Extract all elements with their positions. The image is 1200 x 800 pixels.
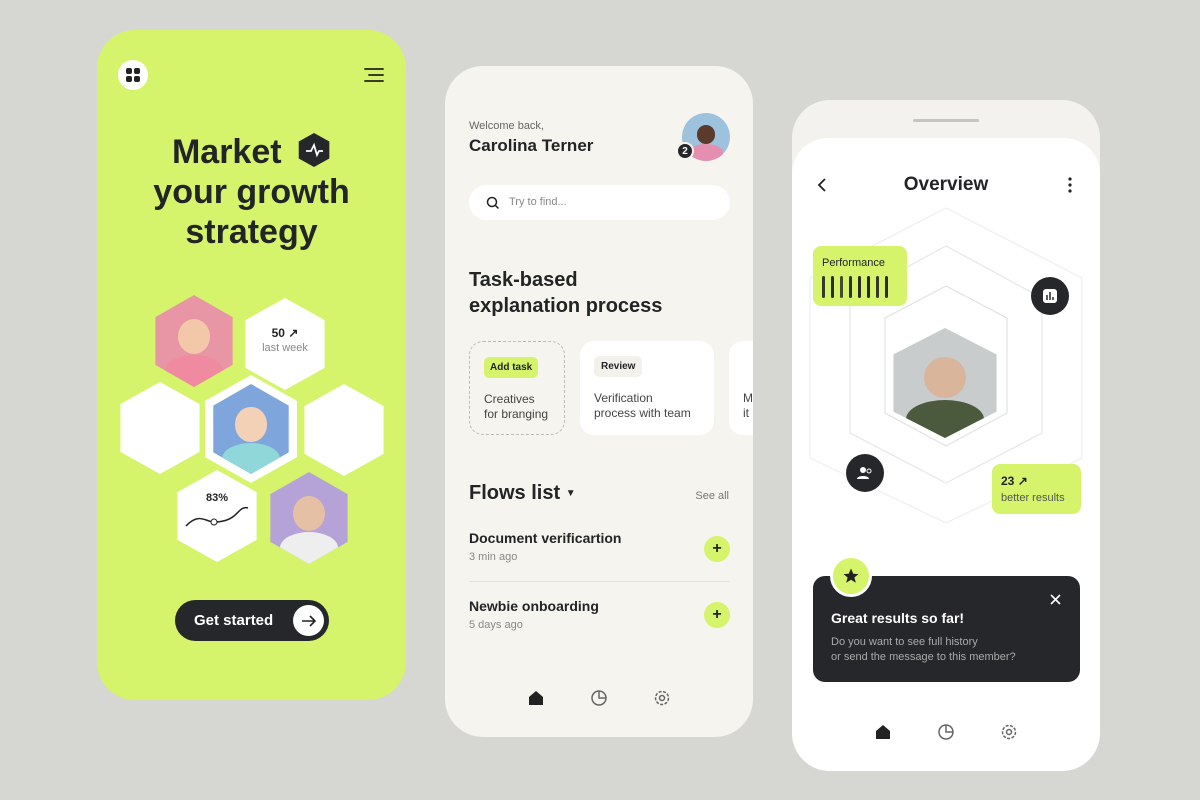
home-icon[interactable] <box>527 689 545 707</box>
caret-down-icon: ▼ <box>565 488 576 499</box>
arrow-up-right-icon: ↗ <box>288 326 299 340</box>
task-text: for branging <box>484 407 549 421</box>
bar-chart-icon <box>1043 289 1057 303</box>
empty-hex <box>304 384 384 476</box>
grid-icon <box>126 68 140 82</box>
overview-card: Overview Performance 23 ↗ better results… <box>792 138 1100 771</box>
task-tag: Add task <box>484 357 539 378</box>
task-tag: Review <box>594 356 643 377</box>
get-started-button[interactable]: Get started <box>175 600 329 641</box>
title-line: Market <box>171 133 282 171</box>
home-icon[interactable] <box>874 723 892 741</box>
section-title-line: Task-based <box>469 269 578 291</box>
cta-label: Get started <box>194 612 274 629</box>
add-flow-button[interactable]: + <box>704 536 730 562</box>
title-line: strategy <box>185 213 318 251</box>
flow-item[interactable]: Newbie onboarding 5 days ago + <box>469 598 730 650</box>
empty-hex <box>120 382 200 474</box>
performance-label: Performance <box>822 257 885 269</box>
task-text: process with team <box>594 406 691 420</box>
gear-icon[interactable] <box>653 689 671 707</box>
stat-value: 50 <box>271 326 285 340</box>
performance-bar <box>840 276 843 298</box>
flow-time: 3 min ago <box>469 551 518 563</box>
task-text: Verification <box>594 391 653 405</box>
task-card-add[interactable]: Add task Creatives for branging <box>469 341 565 435</box>
add-flow-button[interactable]: + <box>704 602 730 628</box>
result-value: 23 <box>1001 474 1015 488</box>
stat-label: last week <box>262 342 308 354</box>
page-title: Overview <box>903 174 989 195</box>
avatar <box>270 472 348 564</box>
overview-screen: Overview Performance 23 ↗ better results… <box>792 100 1100 771</box>
performance-card: Performance <box>813 246 907 306</box>
star-badge <box>830 555 872 597</box>
task-text: Creatives <box>484 392 535 406</box>
toast-text: Do you want to see full history <box>831 636 978 648</box>
flow-item[interactable]: Document verificartion 3 min ago + <box>469 530 730 582</box>
task-card[interactable]: Mit <box>729 341 753 435</box>
home-screen: Welcome back, Carolina Terner 2 Try to f… <box>445 66 753 737</box>
performance-bars <box>822 276 888 298</box>
performance-bar <box>876 276 879 298</box>
performance-bar <box>858 276 861 298</box>
stats-button[interactable] <box>1031 277 1069 315</box>
hero-title: Market your growth strategy <box>97 132 406 252</box>
menu-icon[interactable] <box>363 67 385 83</box>
notification-badge: 2 <box>676 142 694 160</box>
flow-title: Newbie onboarding <box>469 598 599 614</box>
result-label: better results <box>1001 492 1065 504</box>
performance-bar <box>867 276 870 298</box>
section-title-line: explanation process <box>469 295 663 317</box>
pulse-icon <box>298 133 330 167</box>
close-icon[interactable] <box>1050 594 1061 605</box>
bottom-nav <box>792 723 1100 741</box>
search-icon <box>486 196 500 210</box>
onboarding-screen: Market your growth strategy 50 ↗ last we… <box>97 30 406 700</box>
task-text: it <box>743 406 749 420</box>
title-line: your growth <box>153 173 350 211</box>
chart-pie-icon[interactable] <box>590 689 608 707</box>
plus-icon: + <box>712 540 722 557</box>
more-vertical-icon[interactable] <box>1067 176 1073 194</box>
trend-line <box>185 506 249 527</box>
percent-value: 83% <box>205 492 229 504</box>
flows-title: Flows list <box>469 482 561 504</box>
task-card[interactable]: Review Verification process with team <box>580 341 714 435</box>
drag-handle[interactable] <box>913 119 979 122</box>
apps-button[interactable] <box>118 60 148 90</box>
search-placeholder: Try to find... <box>509 196 567 208</box>
search-input[interactable]: Try to find... <box>469 185 730 220</box>
performance-bar <box>849 276 852 298</box>
performance-bar <box>885 276 888 298</box>
see-all-link[interactable]: See all <box>695 490 729 502</box>
user-name: Carolina Terner <box>469 136 594 155</box>
star-icon <box>843 568 859 583</box>
stat-card: 50 ↗ last week <box>245 298 325 390</box>
flow-title: Document verificartion <box>469 530 622 546</box>
team-button[interactable] <box>846 454 884 492</box>
results-card: 23 ↗ better results <box>992 464 1081 514</box>
task-text: M <box>743 391 753 405</box>
chart-pie-icon[interactable] <box>937 723 955 741</box>
performance-bar <box>831 276 834 298</box>
section-title: Task-based explanation process <box>469 267 662 319</box>
percent-card: 83% <box>177 470 257 562</box>
plus-icon: + <box>712 606 722 623</box>
arrow-up-right-icon: ↗ <box>1017 474 1028 488</box>
toast-text: or send the message to this member? <box>831 651 1016 663</box>
flows-dropdown[interactable]: Flows list ▼ <box>469 482 576 505</box>
avatar <box>155 295 233 387</box>
flow-time: 5 days ago <box>469 619 523 631</box>
arrow-right-icon <box>293 605 324 636</box>
toast-title: Great results so far! <box>831 610 965 626</box>
bottom-nav <box>445 689 753 707</box>
performance-bar <box>822 276 825 298</box>
welcome-text: Welcome back, <box>469 120 544 132</box>
users-icon <box>857 467 872 479</box>
gear-icon[interactable] <box>1000 723 1018 741</box>
